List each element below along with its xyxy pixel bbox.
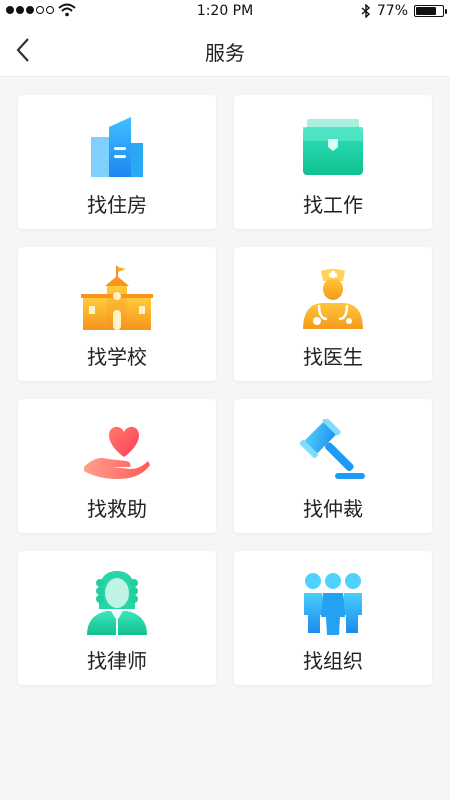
service-grid: 找住房 找工作 找学校 找医生 找救助 找仲裁 找律师 找组织	[18, 95, 432, 685]
service-card-school[interactable]: 找学校	[18, 247, 216, 381]
service-label: 找住房	[87, 193, 147, 217]
status-bar: 1:20 PM 77%	[0, 0, 450, 24]
service-label: 找律师	[87, 649, 147, 673]
school-icon	[81, 266, 153, 330]
heart-hand-icon	[84, 426, 150, 479]
service-label: 找救助	[87, 497, 147, 521]
service-card-organization[interactable]: 找组织	[234, 551, 432, 685]
service-card-arbitration[interactable]: 找仲裁	[234, 399, 432, 533]
service-card-lawyer[interactable]: 找律师	[18, 551, 216, 685]
service-card-job[interactable]: 找工作	[234, 95, 432, 229]
group-icon	[304, 573, 362, 635]
service-label: 找组织	[303, 649, 363, 673]
service-label: 找仲裁	[303, 497, 363, 521]
doctor-icon	[303, 269, 363, 329]
service-card-aid[interactable]: 找救助	[18, 399, 216, 533]
service-label: 找学校	[87, 345, 147, 369]
gavel-icon	[299, 419, 365, 479]
page-title: 服务	[205, 41, 245, 65]
building-icon	[91, 117, 143, 177]
nav-bar: 服务	[0, 24, 450, 77]
battery-percent: 77%	[376, 3, 408, 19]
lawyer-icon	[87, 571, 147, 635]
service-card-doctor[interactable]: 找医生	[234, 247, 432, 381]
battery-icon	[414, 5, 447, 17]
briefcase-icon	[303, 119, 363, 175]
service-label: 找工作	[303, 193, 363, 217]
service-label: 找医生	[303, 345, 363, 369]
service-card-housing[interactable]: 找住房	[18, 95, 216, 229]
status-right: 77%	[361, 3, 447, 19]
bluetooth-icon	[361, 4, 370, 18]
